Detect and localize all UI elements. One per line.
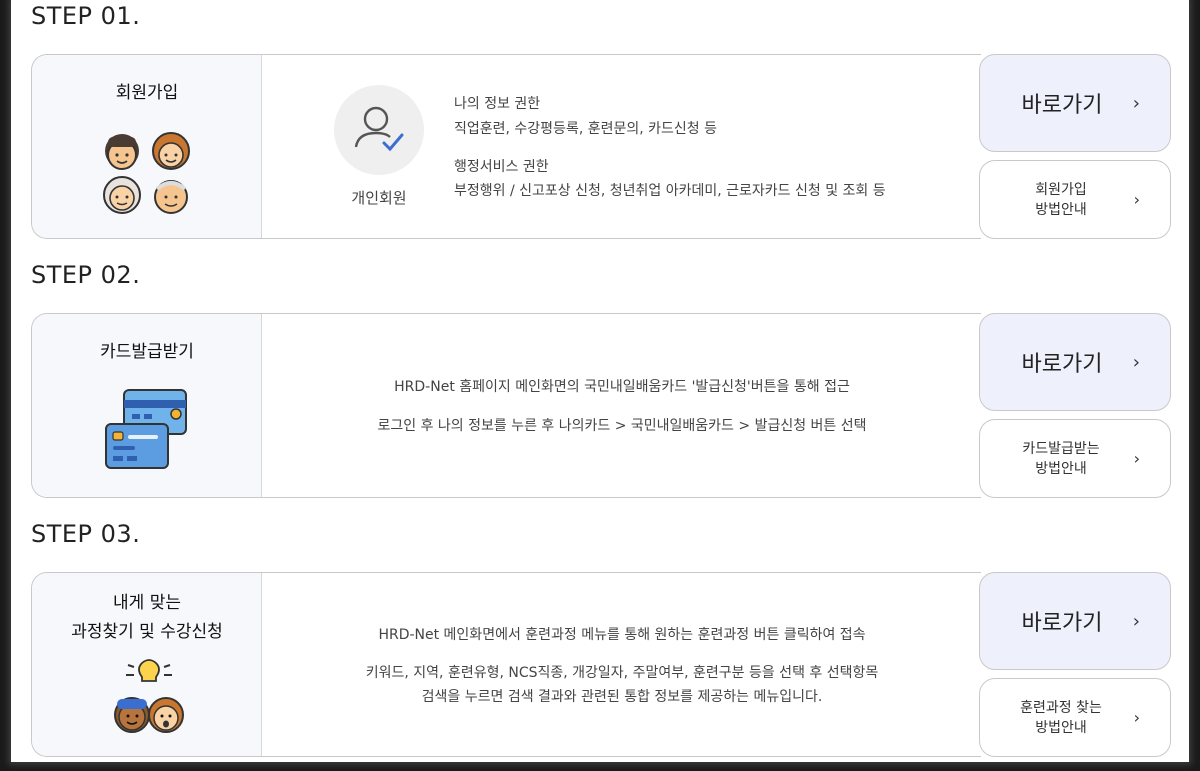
people-avatars-icon: [100, 127, 194, 221]
chevron-right-icon: ›: [1133, 707, 1140, 727]
step-03-desc-2: 키워드, 지역, 훈련유형, NCS직종, 개강일자, 주말여부, 훈련구분 등…: [365, 665, 879, 681]
guide-button-label: 카드발급받는 방법안내: [1022, 439, 1099, 479]
step-03-body: 내게 맞는 과정찾기 및 수강신청 HRD-Net 메인화면에서 훈련과정 메뉴…: [31, 572, 981, 757]
step-02-guide-button[interactable]: 카드발급받는 방법안내 ›: [979, 419, 1171, 498]
go-button-label: 바로가기: [1021, 352, 1103, 377]
idea-people-icon: [112, 659, 186, 741]
step-03-desc-1: HRD-Net 메인화면에서 훈련과정 메뉴를 통해 원하는 훈련과정 버튼 클…: [378, 627, 866, 643]
step-03-left-title-2: 과정찾기 및 수강신청: [71, 622, 223, 642]
guide-button-label: 회원가입 방법안내: [1035, 180, 1087, 220]
guide-button-label: 훈련과정 찾는 방법안내: [1020, 698, 1102, 738]
guide-label-line2: 방법안내: [1035, 460, 1087, 477]
go-button-label: 바로가기: [1021, 611, 1103, 636]
chevron-right-icon: ›: [1132, 92, 1140, 114]
step-02-desc-2: 로그인 후 나의 정보를 누른 후 나의카드 > 국민내일배움카드 > 발급신청…: [377, 418, 867, 434]
step-03-title: STEP 03.: [31, 520, 141, 548]
chevron-right-icon: ›: [1132, 610, 1140, 632]
step-02-left-title: 카드발급받기: [100, 342, 194, 362]
info-heading-1: 나의 정보 권한: [454, 96, 541, 112]
step-01-go-button[interactable]: 바로가기 ›: [979, 54, 1171, 152]
steps-page: STEP 01. 회원가입 개인회원 나의 정보 권한 직업훈련, 수강평등록,…: [11, 0, 1189, 762]
guide-label-line2: 방법안내: [1035, 719, 1087, 736]
step-01-left-title: 회원가입: [115, 83, 179, 103]
step-01-left-panel: 회원가입: [32, 55, 262, 238]
chevron-right-icon: ›: [1133, 448, 1140, 468]
go-button-label: 바로가기: [1021, 93, 1103, 118]
step-02-go-button[interactable]: 바로가기 ›: [979, 313, 1171, 411]
step-02-title: STEP 02.: [31, 261, 141, 289]
step-03-desc-3: 검색을 누르면 검색 결과와 관련된 통합 정보를 제공하는 메뉴입니다.: [421, 689, 823, 705]
guide-label-line2: 방법안내: [1035, 201, 1087, 218]
step-03-card: 내게 맞는 과정찾기 및 수강신청 HRD-Net 메인화면에서 훈련과정 메뉴…: [31, 572, 1171, 757]
info-heading-2: 행정서비스 권한: [454, 159, 549, 175]
guide-label-line1: 회원가입: [1035, 181, 1087, 198]
step-01-body: 회원가입 개인회원 나의 정보 권한 직업훈련, 수강평등록, 훈련문의, 카드…: [31, 54, 981, 239]
credit-cards-icon: [104, 388, 190, 476]
step-02-desc-1: HRD-Net 홈페이지 메인화면의 국민내일배움카드 '발급신청'버튼을 통해…: [394, 379, 850, 395]
step-01-guide-button[interactable]: 회원가입 방법안내 ›: [979, 160, 1171, 239]
step-03-left-panel: 내게 맞는 과정찾기 및 수강신청: [32, 573, 262, 756]
info-line-1: 직업훈련, 수강평등록, 훈련문의, 카드신청 등: [454, 121, 717, 137]
step-01-title: STEP 01.: [31, 2, 141, 30]
chevron-right-icon: ›: [1132, 351, 1140, 373]
chevron-right-icon: ›: [1133, 189, 1140, 209]
step-03-guide-button[interactable]: 훈련과정 찾는 방법안내 ›: [979, 678, 1171, 757]
step-02-card: 카드발급받기 HRD-Net 홈페이지 메인화면의 국민내일배움카드 '발급신청…: [31, 313, 1171, 498]
step-03-left-title-1: 내게 맞는: [113, 593, 181, 613]
user-check-icon: [334, 85, 424, 179]
step-02-left-panel: 카드발급받기: [32, 314, 262, 497]
step-02-body: 카드발급받기 HRD-Net 홈페이지 메인화면의 국민내일배움카드 '발급신청…: [31, 313, 981, 498]
step-01-card: 회원가입 개인회원 나의 정보 권한 직업훈련, 수강평등록, 훈련문의, 카드…: [31, 54, 1171, 239]
member-type-label: 개인회원: [351, 189, 407, 207]
guide-label-line1: 카드발급받는: [1022, 440, 1100, 457]
step-03-go-button[interactable]: 바로가기 ›: [979, 572, 1171, 670]
guide-label-line1: 훈련과정 찾는: [1020, 699, 1102, 716]
info-line-2: 부정행위 / 신고포상 신청, 청년취업 아카데미, 근로자카드 신청 및 조회…: [454, 183, 886, 199]
